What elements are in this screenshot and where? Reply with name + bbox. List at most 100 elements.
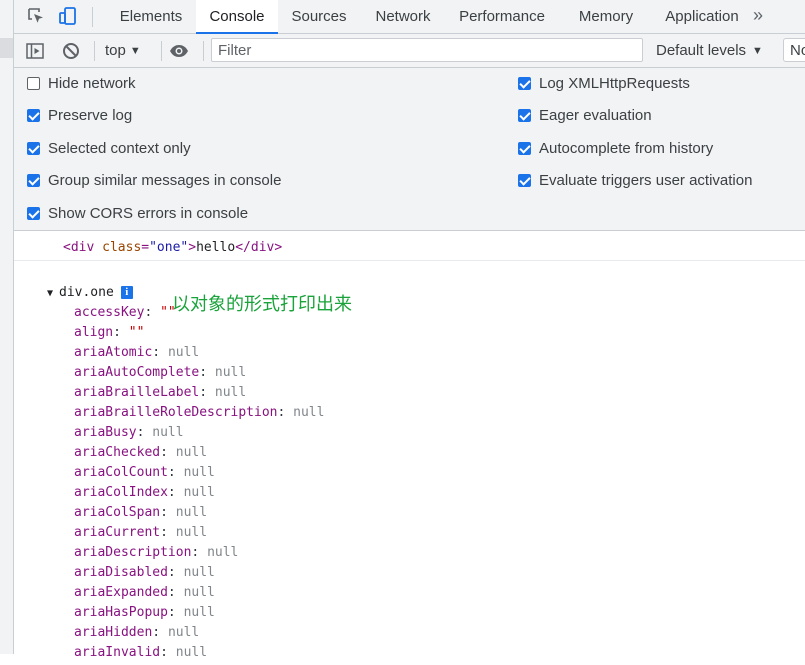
property-value: null (152, 425, 184, 440)
checkbox-unchecked-icon[interactable] (27, 77, 40, 90)
property-row[interactable]: ariaAtomic: null (74, 345, 324, 365)
info-icon[interactable]: i (120, 286, 133, 299)
property-row[interactable]: ariaBrailleRoleDescription: null (74, 405, 324, 425)
expand-triangle-icon[interactable]: ▼ (47, 288, 59, 299)
property-row[interactable]: ariaHasPopup: null (74, 605, 324, 625)
console-toolbar: top▼ Default levels▼ No Issues (14, 34, 805, 68)
tab-console[interactable]: Console (196, 0, 278, 34)
property-key: ariaColIndex (74, 485, 168, 500)
property-colon: : (167, 485, 184, 500)
caret-down-icon: ▼ (129, 45, 141, 57)
checkbox-checked-icon[interactable] (518, 109, 531, 122)
html-tag-name: div (70, 240, 95, 255)
property-key: ariaAutoComplete (74, 365, 200, 380)
log-levels-dropdown[interactable]: Default levels ▼ (656, 42, 763, 59)
setting-selected-context-only[interactable]: Selected context only (27, 138, 191, 160)
property-value: null (293, 405, 325, 420)
property-row[interactable]: align: "" (74, 325, 324, 345)
property-key: ariaChecked (74, 445, 161, 460)
tab-elements[interactable]: Elements (106, 0, 196, 33)
property-row[interactable]: accessKey: "" (74, 305, 324, 325)
property-colon: : (152, 345, 168, 360)
checkbox-checked-icon[interactable] (27, 174, 40, 187)
inspect-element-icon[interactable] (26, 6, 46, 26)
property-colon: : (167, 585, 184, 600)
setting-label: Selected context only (48, 140, 191, 157)
property-row[interactable]: ariaDisabled: null (74, 565, 324, 585)
property-row[interactable]: ariaAutoComplete: null (74, 365, 324, 385)
property-colon: : (199, 385, 215, 400)
property-row[interactable]: ariaExpanded: null (74, 585, 324, 605)
tab-sources[interactable]: Sources (278, 0, 360, 33)
tab-network[interactable]: Network (360, 0, 446, 33)
property-key: ariaAtomic (74, 345, 153, 360)
setting-label: Show CORS errors in console (48, 205, 249, 222)
setting-group-similar-messages-in-console[interactable]: Group similar messages in console (27, 170, 281, 192)
property-row[interactable]: ariaBrailleLabel: null (74, 385, 324, 405)
property-key: ariaBrailleRoleDescription (74, 405, 278, 420)
property-value: null (183, 485, 215, 500)
property-row[interactable]: ariaCurrent: null (74, 525, 324, 545)
tab-memory[interactable]: Memory (558, 0, 654, 33)
property-row[interactable]: ariaColSpan: null (74, 505, 324, 525)
property-row[interactable]: ariaChecked: null (74, 445, 324, 465)
filter-input[interactable] (211, 38, 643, 62)
property-value: null (167, 345, 200, 360)
property-value: null (183, 605, 215, 620)
checkbox-checked-icon[interactable] (518, 174, 531, 187)
setting-preserve-log[interactable]: Preserve log (27, 105, 132, 127)
property-value: null (183, 585, 215, 600)
setting-label: Group similar messages in console (48, 172, 282, 189)
html-attr-value: "one" (149, 240, 189, 255)
setting-label: Hide network (48, 75, 136, 92)
issues-button[interactable]: No Issues (783, 38, 805, 62)
property-value: null (175, 525, 208, 540)
property-key: ariaInvalid (74, 645, 161, 660)
device-toolbar-icon[interactable] (58, 6, 78, 26)
object-label: div.one (59, 285, 114, 300)
property-row[interactable]: ariaColIndex: null (74, 485, 324, 505)
property-colon: : (160, 645, 176, 660)
property-row[interactable]: ariaBusy: null (74, 425, 324, 445)
eye-icon[interactable] (169, 41, 189, 61)
property-value: "" (128, 325, 145, 340)
setting-hide-network[interactable]: Hide network (27, 73, 136, 95)
html-attr-name: class (102, 240, 142, 255)
property-colon: : (167, 565, 184, 580)
setting-autocomplete-from-history[interactable]: Autocomplete from history (518, 138, 713, 160)
property-key: ariaDisabled (74, 565, 168, 580)
clear-console-icon[interactable] (61, 41, 81, 61)
checkbox-checked-icon[interactable] (27, 109, 40, 122)
html-element-log[interactable]: <div class="one">hello</div> (63, 240, 282, 255)
sidebar-toggle-icon[interactable] (25, 41, 45, 61)
property-row[interactable]: ariaHidden: null (74, 625, 324, 645)
context-selector[interactable]: top ▼ (105, 42, 141, 59)
checkbox-checked-icon[interactable] (27, 207, 40, 220)
property-colon: : (152, 625, 168, 640)
property-key: ariaColSpan (74, 505, 161, 520)
checkbox-checked-icon[interactable] (518, 77, 531, 90)
html-closing-tag-name: div (250, 240, 275, 255)
console-message-html[interactable]: <div class="one">hello</div> (14, 231, 805, 261)
setting-show-cors-errors-in-console[interactable]: Show CORS errors in console (27, 203, 248, 225)
property-row[interactable]: ariaInvalid: null (74, 645, 324, 665)
property-colon: : (144, 305, 161, 320)
toolbar-separator (94, 41, 95, 61)
object-log-header[interactable]: ▼ div.one i (47, 285, 133, 300)
checkbox-checked-icon[interactable] (27, 142, 40, 155)
property-value: null (214, 365, 247, 380)
checkbox-checked-icon[interactable] (518, 142, 531, 155)
setting-label: Preserve log (48, 107, 133, 124)
tab-application[interactable]: Application (654, 0, 750, 33)
tab-performance[interactable]: Performance (446, 0, 558, 33)
property-row[interactable]: ariaColCount: null (74, 465, 324, 485)
property-value: null (175, 505, 208, 520)
setting-log-xmlhttprequests[interactable]: Log XMLHttpRequests (518, 73, 690, 95)
setting-eager-evaluation[interactable]: Eager evaluation (518, 105, 652, 127)
more-tabs-button[interactable]: » (753, 0, 763, 33)
property-row[interactable]: ariaDescription: null (74, 545, 324, 565)
caret-down-icon: ▼ (752, 45, 763, 57)
property-value: null (167, 625, 200, 640)
property-key: ariaCurrent (74, 525, 161, 540)
setting-evaluate-triggers-user-activation[interactable]: Evaluate triggers user activation (518, 170, 752, 192)
